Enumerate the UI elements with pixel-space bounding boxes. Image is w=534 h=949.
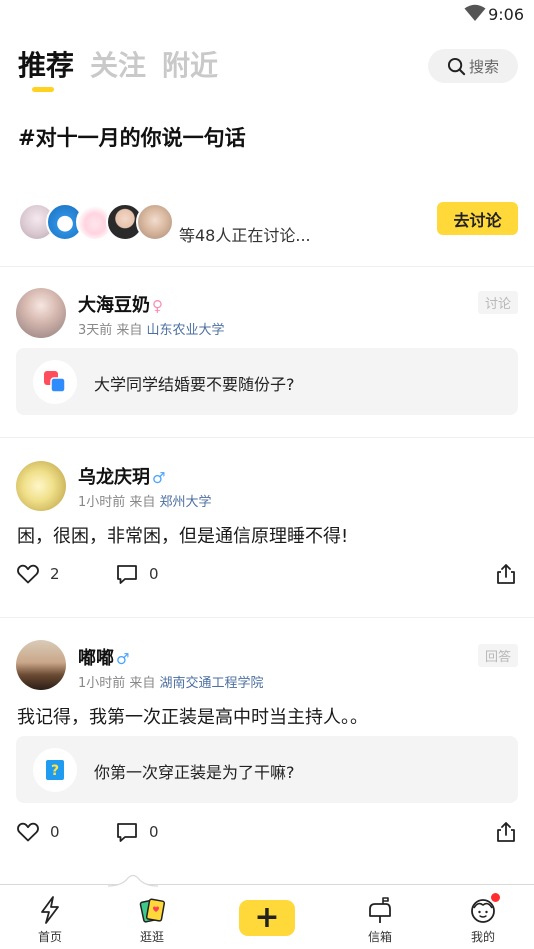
topic-title[interactable]: #对十一月的你说一句话 [18,122,246,152]
status-bar: 9:06 [0,0,534,30]
nav-mailbox-label: 信箱 [367,930,392,944]
nav-browse-label: 逛逛 [139,930,164,944]
question-card[interactable]: ? 你第一次穿正装是为了干嘛? [16,736,518,803]
heart-icon [17,822,39,842]
wifi-icon [464,4,486,21]
nav-home[interactable]: 首页 [15,895,85,945]
active-tab-indicator [32,87,54,92]
question-card[interactable]: 大学同学结婚要不要随份子? [16,348,518,415]
divider [0,266,534,267]
user-avatar[interactable] [16,640,66,690]
post-meta: 1小时前 来自 湖南交通工程学院 [78,672,264,691]
nav-home-label: 首页 [37,930,62,944]
lightning-icon [41,896,59,924]
like-count: 0 [50,823,60,841]
feed-post[interactable]: 乌龙庆玥 ♂ 1小时前 来自 郑州大学 困，很困，非常困，但是通信原理睡不得! 2… [0,459,534,599]
feed-post[interactable]: 嘟嘟 ♂ 1小时前 来自 湖南交通工程学院 回答 我记得，我第一次正装是高中时当主… [0,640,534,860]
svg-text:?: ? [51,763,59,779]
join-discussion-button[interactable]: 去讨论 [437,202,518,235]
post-meta: 3天前 来自 山东农业大学 [78,319,225,338]
share-icon [497,564,515,584]
nav-me-label: 我的 [470,930,495,944]
school-link[interactable]: 郑州大学 [160,495,212,510]
post-time: 1小时前 来自 [78,676,156,691]
comment-count: 0 [149,823,159,841]
divider [0,437,534,438]
notification-badge [491,893,500,902]
school-link[interactable]: 山东农业大学 [147,323,225,338]
comment-button[interactable]: 0 [115,820,159,844]
gender-male-icon: ♂ [116,650,130,668]
tab-recommend[interactable]: 推荐 [18,44,74,84]
like-button[interactable]: 0 [16,820,60,844]
question-text: 你第一次穿正装是为了干嘛? [94,763,295,782]
tab-following[interactable]: 关注 [90,44,146,84]
bottom-nav: 首页 逛逛 + 信箱 我的 [0,874,534,949]
post-type-tag: 讨论 [477,291,518,314]
nav-browse[interactable]: 逛逛 [117,895,187,945]
discussion-icon [33,360,77,404]
plus-icon: + [254,900,280,935]
status-time: 9:06 [488,5,524,24]
like-count: 2 [50,565,60,583]
nav-me[interactable]: 我的 [448,893,518,945]
question-icon: ? [33,748,77,792]
comment-button[interactable]: 0 [115,562,159,586]
post-content: 我记得，我第一次正装是高中时当主持人。。 [17,707,368,728]
user-name[interactable]: 大海豆奶 ♀ [78,291,163,317]
comment-icon [117,565,137,584]
participant-avatar [136,203,174,241]
search-icon [447,57,466,75]
user-avatar[interactable] [16,288,66,338]
nav-indicator-bump [108,874,158,887]
heart-icon [17,564,39,584]
search-button[interactable]: 搜索 [428,49,518,83]
nav-mailbox[interactable]: 信箱 [345,895,415,945]
tab-nearby[interactable]: 附近 [162,44,218,84]
post-time: 1小时前 来自 [78,495,156,510]
user-name-text: 嘟嘟 [78,648,114,669]
comment-count: 0 [149,565,159,583]
user-avatar[interactable] [16,461,66,511]
post-content: 困，很困，非常困，但是通信原理睡不得! [17,526,349,547]
post-time: 3天前 来自 [78,323,143,338]
share-icon [497,822,515,842]
participant-avatars[interactable] [18,203,178,241]
gender-male-icon: ♂ [152,469,166,487]
post-actions: 2 0 [0,562,534,590]
comment-icon [117,823,137,842]
post-type-tag: 回答 [477,644,518,667]
share-button[interactable] [494,562,518,590]
question-text: 大学同学结婚要不要随份子? [94,375,295,394]
participants-count: 等48人正在讨论... [179,226,311,245]
gender-female-icon: ♀ [152,297,163,315]
cards-icon [139,898,166,923]
user-name-text: 乌龙庆玥 [78,467,150,488]
user-name[interactable]: 乌龙庆玥 ♂ [78,463,165,489]
divider [0,617,534,618]
like-button[interactable]: 2 [16,562,60,586]
mailbox-icon [369,897,391,923]
user-name-text: 大海豆奶 [78,295,150,316]
post-meta: 1小时前 来自 郑州大学 [78,491,212,510]
school-link[interactable]: 湖南交通工程学院 [160,676,264,691]
add-post-button[interactable]: + [239,900,295,936]
post-actions: 0 0 [0,820,534,848]
share-button[interactable] [494,820,518,848]
search-label: 搜索 [468,57,499,76]
top-tabs: 推荐 关注 附近 [18,44,234,94]
user-name[interactable]: 嘟嘟 ♂ [78,644,129,670]
feed-post[interactable]: 大海豆奶 ♀ 3天前 来自 山东农业大学 讨论 大学同学结婚要不要随份子? [0,286,534,426]
